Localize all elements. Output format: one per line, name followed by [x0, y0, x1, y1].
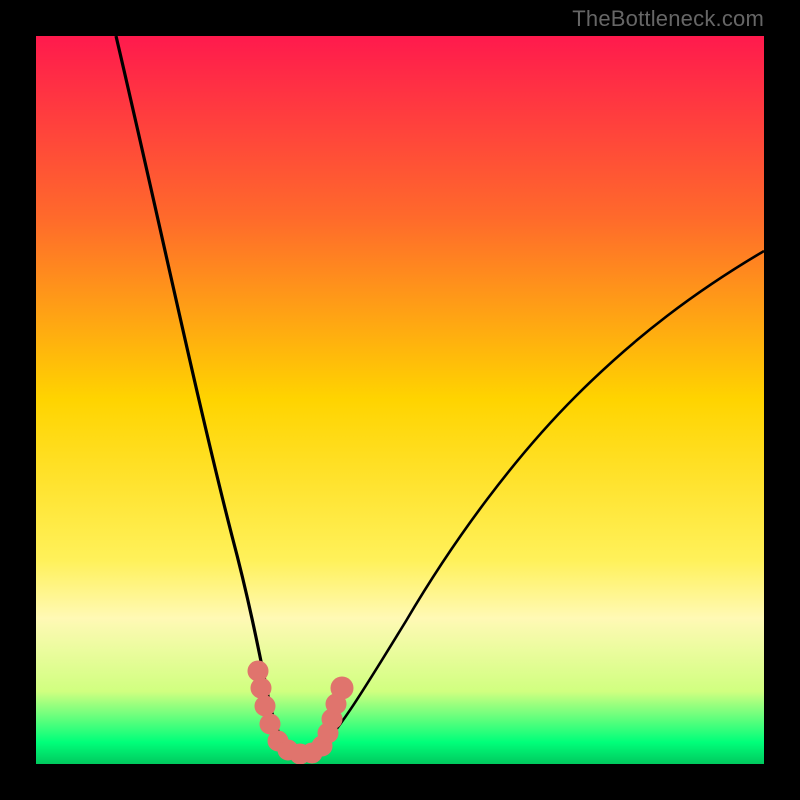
watermark-text: TheBottleneck.com: [572, 6, 764, 32]
bottleneck-curve: [36, 36, 764, 764]
curve-markers: [248, 661, 353, 764]
plot-area: [36, 36, 764, 764]
